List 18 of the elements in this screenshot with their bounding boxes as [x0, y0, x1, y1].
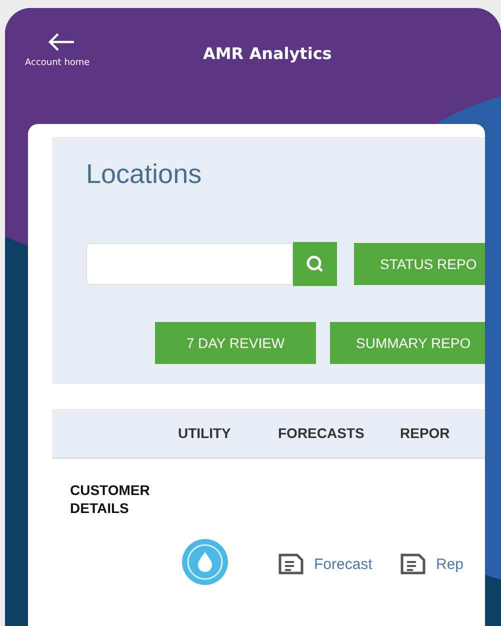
- page-title: Locations: [86, 159, 203, 190]
- search-button[interactable]: [293, 242, 337, 286]
- search-icon: [306, 255, 324, 273]
- column-header: FORECASTS: [278, 425, 366, 441]
- report-link[interactable]: Rep: [436, 556, 464, 573]
- row-label: CUSTOMER DETAILS: [70, 481, 151, 518]
- app-title: AMR Analytics: [203, 44, 332, 63]
- back-arrow-icon: [47, 32, 75, 52]
- report-button[interactable]: STATUS REPO: [354, 243, 485, 285]
- column-header: REPOR: [400, 425, 451, 441]
- review-button[interactable]: 7 DAY REVIEW: [155, 322, 316, 364]
- review-button[interactable]: SUMMARY REPO: [330, 322, 485, 364]
- document-icon: [278, 553, 304, 576]
- forecast-link[interactable]: Forecast: [314, 556, 372, 573]
- back-label: Account home: [25, 58, 90, 68]
- search-field[interactable]: [86, 243, 293, 285]
- document-icon: [400, 553, 426, 576]
- column-header: UTILITY: [178, 425, 232, 441]
